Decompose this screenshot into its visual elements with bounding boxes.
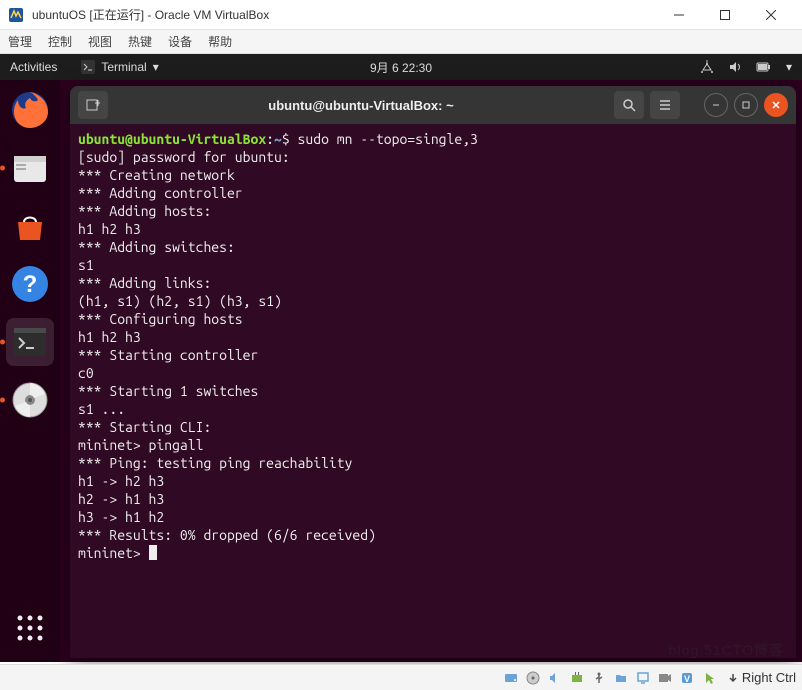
command-text: sudo mn --topo=single,3 <box>298 131 478 147</box>
menu-control[interactable]: 控制 <box>48 33 72 50</box>
virtualbox-titlebar: ubuntuOS [正在运行] - Oracle VM VirtualBox <box>0 0 802 30</box>
hamburger-menu-button[interactable] <box>650 91 680 119</box>
svg-text:?: ? <box>23 271 38 298</box>
terminal-close-button[interactable] <box>764 93 788 117</box>
running-indicator-dot <box>0 340 5 345</box>
host-key-indicator[interactable]: Right Ctrl <box>727 670 796 685</box>
system-tray[interactable]: ▾ <box>700 60 792 74</box>
ubuntu-dock: ? <box>0 80 60 662</box>
hard-disk-icon[interactable] <box>503 670 519 686</box>
menu-help[interactable]: 帮助 <box>208 33 232 50</box>
usb-icon[interactable] <box>591 670 607 686</box>
host-key-label: Right Ctrl <box>742 670 796 685</box>
dock-item-software[interactable] <box>6 202 54 250</box>
app-menu-label: Terminal <box>101 60 146 74</box>
recording-icon[interactable] <box>657 670 673 686</box>
virtualbox-menubar: 管理 控制 视图 热键 设备 帮助 <box>0 30 802 54</box>
network-icon <box>700 60 714 74</box>
terminal-icon <box>81 60 95 74</box>
virtualbox-icon <box>8 7 24 23</box>
terminal-minimize-button[interactable] <box>704 93 728 117</box>
topbar-clock[interactable]: 9月 6 22:30 <box>370 59 432 76</box>
mouse-integration-icon[interactable] <box>701 670 717 686</box>
running-indicator-dot <box>0 166 5 171</box>
new-tab-button[interactable] <box>78 91 108 119</box>
dock-item-terminal[interactable] <box>6 318 54 366</box>
terminal-cursor <box>149 545 157 560</box>
virtualbox-title: ubuntuOS [正在运行] - Oracle VM VirtualBox <box>32 6 656 23</box>
prompt-user: ubuntu@ubuntu-VirtualBox <box>78 131 266 147</box>
dock-show-applications[interactable] <box>6 604 54 652</box>
menu-manage[interactable]: 管理 <box>8 33 32 50</box>
terminal-body[interactable]: ubuntu@ubuntu-VirtualBox:~$ sudo mn --to… <box>70 124 796 658</box>
activities-button[interactable]: Activities <box>10 60 57 74</box>
gnome-topbar: Activities Terminal ▾ 9月 6 22:30 ▾ <box>0 54 802 80</box>
battery-icon <box>756 60 772 74</box>
terminal-title: ubuntu@ubuntu-VirtualBox: ~ <box>114 98 608 113</box>
terminal-maximize-button[interactable] <box>734 93 758 117</box>
display-icon[interactable] <box>635 670 651 686</box>
arrow-down-icon <box>727 672 739 684</box>
audio-icon[interactable] <box>547 670 563 686</box>
optical-disk-icon[interactable] <box>525 670 541 686</box>
window-close-button[interactable] <box>748 0 794 30</box>
app-menu[interactable]: Terminal ▾ <box>81 60 158 74</box>
dock-item-files[interactable] <box>6 144 54 192</box>
virtualbox-statusbar: V Right Ctrl <box>0 664 802 690</box>
volume-icon <box>728 60 742 74</box>
window-minimize-button[interactable] <box>656 0 702 30</box>
menu-devices[interactable]: 设备 <box>168 33 192 50</box>
terminal-window: ubuntu@ubuntu-VirtualBox: ~ ubuntu@ubunt… <box>70 86 796 658</box>
watermark: blog.51CTO博客 <box>669 640 784 660</box>
chevron-down-icon: ▾ <box>786 60 792 74</box>
search-button[interactable] <box>614 91 644 119</box>
guest-additions-icon[interactable]: V <box>679 670 695 686</box>
menu-hotkey[interactable]: 热键 <box>128 33 152 50</box>
chevron-down-icon: ▾ <box>153 60 159 74</box>
shared-folders-icon[interactable] <box>613 670 629 686</box>
menu-view[interactable]: 视图 <box>88 33 112 50</box>
dock-item-disc[interactable] <box>6 376 54 424</box>
network-adapter-icon[interactable] <box>569 670 585 686</box>
terminal-output: [sudo] password for ubuntu: *** Creating… <box>78 149 376 561</box>
prompt-path: ~ <box>274 131 282 147</box>
svg-text:V: V <box>684 674 690 684</box>
dock-item-help[interactable]: ? <box>6 260 54 308</box>
window-maximize-button[interactable] <box>702 0 748 30</box>
dock-item-firefox[interactable] <box>6 86 54 134</box>
terminal-titlebar[interactable]: ubuntu@ubuntu-VirtualBox: ~ <box>70 86 796 124</box>
guest-display: Activities Terminal ▾ 9月 6 22:30 ▾ <box>0 54 802 662</box>
running-indicator-dot <box>0 398 5 403</box>
